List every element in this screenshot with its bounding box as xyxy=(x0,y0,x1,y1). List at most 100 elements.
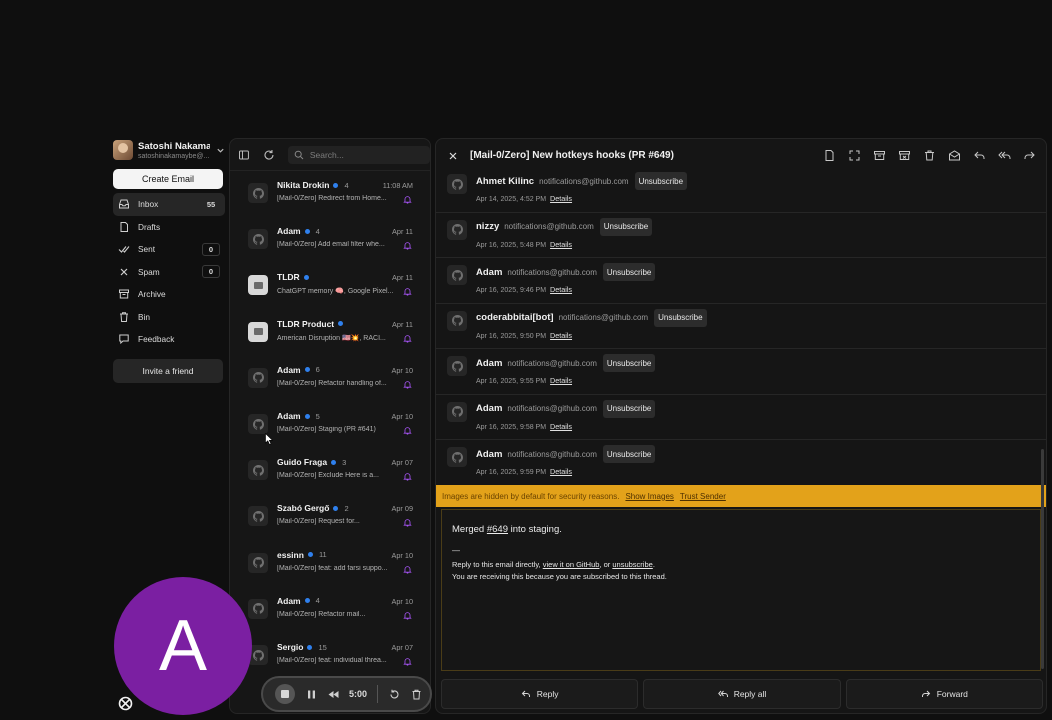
bell-icon[interactable] xyxy=(403,380,412,389)
bell-icon[interactable] xyxy=(403,611,412,620)
details-link[interactable]: Details xyxy=(550,376,572,385)
details-link[interactable]: Details xyxy=(550,194,572,203)
move-to-spam-icon[interactable] xyxy=(898,149,911,162)
account-switcher[interactable]: Satoshi Nakama... satoshinakamaybe@... xyxy=(113,138,225,162)
refresh-icon[interactable] xyxy=(263,149,275,161)
mail-date: Apr 10 xyxy=(391,412,414,421)
restart-icon[interactable] xyxy=(389,689,400,700)
create-email-button[interactable]: Create Email xyxy=(113,169,223,189)
sidebar-item-sent[interactable]: Sent 0 xyxy=(113,238,225,261)
unsubscribe-button[interactable]: Unsubscribe xyxy=(602,445,656,463)
sender-line: Adam 4 xyxy=(277,226,320,236)
show-images-link[interactable]: Show Images xyxy=(625,492,673,501)
thread-message-row[interactable]: Adam notifications@github.com Unsubscribe A… xyxy=(436,349,1046,395)
reader-scrollbar[interactable] xyxy=(1041,449,1044,669)
trust-sender-link[interactable]: Trust Sender xyxy=(680,492,726,501)
divider xyxy=(377,685,379,703)
details-link[interactable]: Details xyxy=(550,285,572,294)
unsubscribe-button[interactable]: Unsubscribe xyxy=(634,172,688,190)
mail-list-item[interactable]: Adam 4 Apr 11 [Mail-0/Zero] Add email filte… xyxy=(230,219,430,259)
bell-icon[interactable] xyxy=(403,426,412,435)
reply-all-icon[interactable] xyxy=(998,149,1011,162)
bell-icon[interactable] xyxy=(403,657,412,666)
sender-name: Ahmet Kilinc xyxy=(476,175,535,187)
mail-list-item[interactable]: Szabó Gergő 2 Apr 09 [Mail-0/Zero] Request … xyxy=(230,496,430,536)
sidebar-item-drafts[interactable]: Drafts xyxy=(113,216,225,239)
sender-name: coderabbitai[bot] xyxy=(476,312,554,323)
search-box[interactable] xyxy=(287,145,430,164)
details-link[interactable]: Details xyxy=(550,422,572,431)
archive-icon[interactable] xyxy=(873,149,886,162)
bell-icon[interactable] xyxy=(403,472,412,481)
unsubscribe-button[interactable]: Unsubscribe xyxy=(654,308,707,327)
rewind-icon[interactable] xyxy=(328,689,339,700)
app-logo-icon xyxy=(118,696,133,711)
thread-message-row[interactable]: Ahmet Kilinc notifications@github.com Unsu… xyxy=(436,167,1046,213)
sender-avatar xyxy=(248,183,268,203)
mail-list-item[interactable]: essinn 11 Apr 10 [Mail-0/Zero] feat: add fa… xyxy=(230,543,430,583)
bell-icon[interactable] xyxy=(403,195,412,204)
forward-button[interactable]: Forward xyxy=(845,679,1043,709)
forward-icon[interactable] xyxy=(1023,149,1036,162)
sidebar-toggle-icon[interactable] xyxy=(238,149,250,161)
mail-list-item[interactable]: TLDR Product Apr 11 American Disruption 🇺🇸… xyxy=(230,312,430,352)
recording-controls: 5:00 xyxy=(261,676,432,712)
bell-icon[interactable] xyxy=(403,565,412,574)
mail-list-item[interactable]: TLDR Apr 11 ChatGPT memory 🧠, Google Pixel… xyxy=(230,265,430,305)
mail-list-item[interactable]: Guido Fraga 3 Apr 07 [Mail-0/Zero] Exclude … xyxy=(230,450,430,490)
github-icon xyxy=(451,315,463,326)
unsubscribe-button[interactable]: Unsubscribe xyxy=(599,217,653,236)
pause-icon[interactable] xyxy=(306,689,317,700)
reply-button[interactable]: Reply xyxy=(441,679,639,709)
mail-date: Apr 10 xyxy=(391,365,414,375)
sidebar-item-label: Sent xyxy=(138,244,156,255)
sidebar-item-archive[interactable]: Archive xyxy=(113,283,225,306)
sidebar-item-spam[interactable]: Spam 0 xyxy=(113,261,225,284)
sidebar-item-bin[interactable]: Bin xyxy=(113,306,225,329)
pr-link[interactable]: #649 xyxy=(487,524,508,535)
mark-unread-icon[interactable] xyxy=(948,149,961,162)
notes-icon[interactable] xyxy=(823,149,836,162)
expand-icon[interactable] xyxy=(848,149,861,162)
bin-icon xyxy=(120,312,128,322)
unsubscribe-button[interactable]: Unsubscribe xyxy=(602,263,656,281)
details-link[interactable]: Details xyxy=(550,240,572,249)
unsubscribe-link[interactable]: unsubscribe xyxy=(612,560,652,569)
unsubscribe-button[interactable]: Unsubscribe xyxy=(602,399,656,418)
thread-message-row[interactable]: Adam notifications@github.com Unsubscribe A… xyxy=(436,440,1046,486)
thread-message-row[interactable]: Adam notifications@github.com Unsubscribe A… xyxy=(436,258,1046,304)
forward-icon xyxy=(921,690,930,697)
bell-icon[interactable] xyxy=(403,287,412,296)
thread-message-row[interactable]: nizzy notifications@github.com Unsubscribe… xyxy=(436,213,1046,258)
view-on-github-link[interactable]: view it on GitHub xyxy=(543,560,600,569)
invite-friend-button[interactable]: Invite a friend xyxy=(113,358,223,383)
search-input[interactable] xyxy=(309,149,420,160)
bell-icon[interactable] xyxy=(403,241,412,250)
close-icon[interactable] xyxy=(448,151,458,161)
details-link[interactable]: Details xyxy=(550,467,572,476)
bell-icon[interactable] xyxy=(403,334,412,343)
thread-message-row[interactable]: coderabbitai[bot] notifications@github.co… xyxy=(436,304,1046,349)
mail-list-item[interactable]: Nikita Drokin 4 11:08 AM [Mail-0/Zero] Redi… xyxy=(230,173,430,213)
sender-avatar xyxy=(248,598,268,619)
sender-email: notifications@github.com xyxy=(507,358,597,368)
reply-suffix: . xyxy=(652,560,655,569)
github-icon xyxy=(252,649,264,661)
reply-all-button[interactable]: Reply all xyxy=(643,679,841,709)
unsubscribe-button[interactable]: Unsubscribe xyxy=(602,354,656,372)
reply-icon[interactable] xyxy=(973,149,986,162)
mail-list-item[interactable]: Sergio 15 Apr 07 [Mail-0/Zero] feat: indivi… xyxy=(230,635,430,675)
mail-list-item[interactable]: Adam 6 Apr 10 [Mail-0/Zero] Refactor handli… xyxy=(230,358,430,398)
sidebar-item-inbox[interactable]: Inbox 55 xyxy=(113,193,225,216)
details-link[interactable]: Details xyxy=(550,331,572,340)
sidebar-item-feedback[interactable]: Feedback xyxy=(113,328,225,351)
unread-dot xyxy=(333,182,339,188)
stop-recording-button[interactable] xyxy=(275,684,295,704)
message-date: Apr 16, 2025, 9:58 PM xyxy=(476,423,547,431)
mail-list-item[interactable]: Adam 5 Apr 10 [Mail-0/Zero] Staging (PR #64… xyxy=(230,404,430,444)
delete-recording-icon[interactable] xyxy=(411,689,422,700)
thread-message-row[interactable]: Adam notifications@github.com Unsubscribe A… xyxy=(436,395,1046,440)
bell-icon[interactable] xyxy=(403,518,412,527)
trash-icon[interactable] xyxy=(923,149,936,162)
mail-list-item[interactable]: Adam 4 Apr 10 [Mail-0/Zero] Refactor mail..… xyxy=(230,589,430,629)
